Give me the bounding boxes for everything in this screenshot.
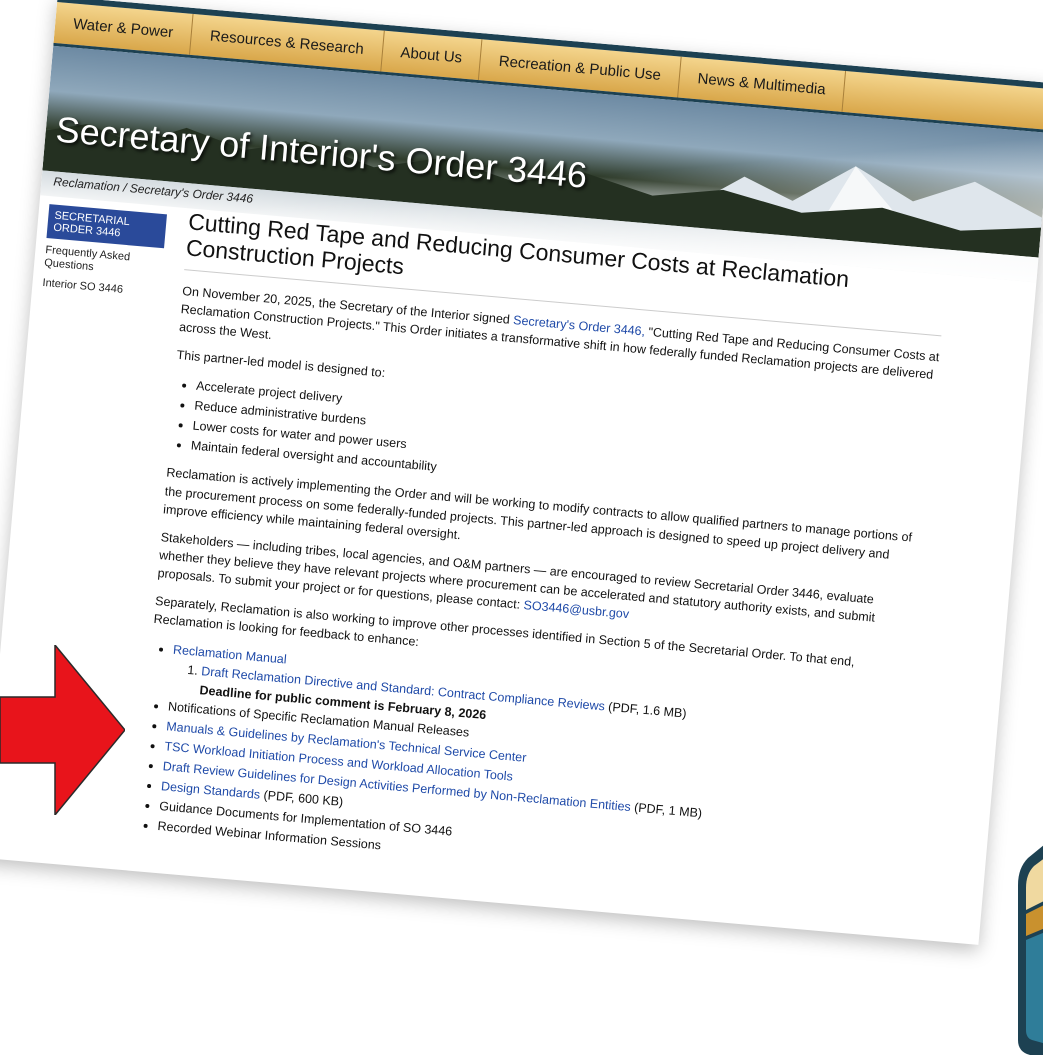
- reclamation-logo-icon: [1018, 845, 1043, 1055]
- main-content: Cutting Red Tape and Reducing Consumer C…: [134, 208, 947, 909]
- sidebar-item-interior-so[interactable]: Interior SO 3446: [42, 276, 161, 299]
- sidebar-item-secretarial-order[interactable]: SECRETARIAL ORDER 3446: [46, 204, 167, 249]
- webpage-screenshot: Water & Power Resources & Research About…: [0, 0, 1043, 945]
- sidebar: SECRETARIAL ORDER 3446 Frequently Asked …: [42, 204, 167, 300]
- red-arrow-icon: [0, 645, 125, 815]
- nav-about-us[interactable]: About Us: [380, 30, 483, 81]
- sidebar-item-faq[interactable]: Frequently Asked Questions: [44, 244, 164, 281]
